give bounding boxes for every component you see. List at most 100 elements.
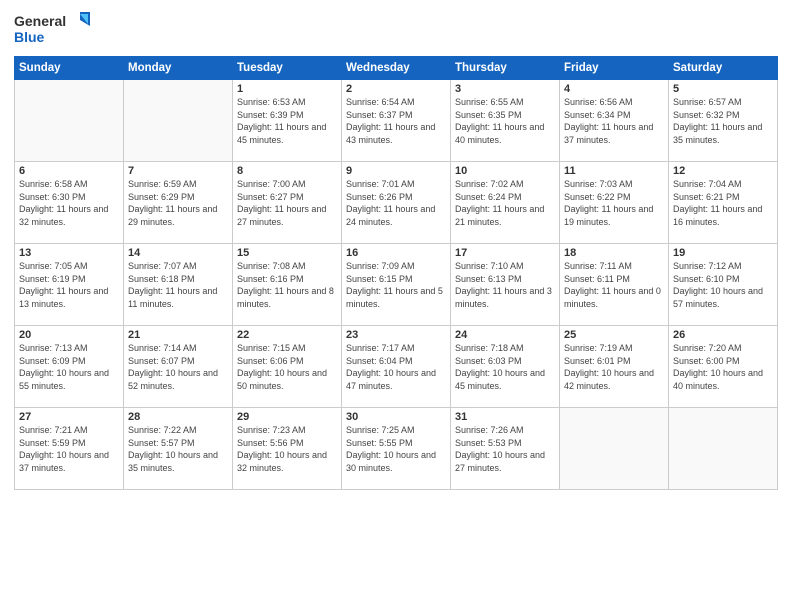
day-header-tuesday: Tuesday [233, 57, 342, 80]
day-info: Sunrise: 6:57 AM Sunset: 6:32 PM Dayligh… [673, 96, 773, 146]
day-info: Sunrise: 7:10 AM Sunset: 6:13 PM Dayligh… [455, 260, 555, 310]
calendar-table: SundayMondayTuesdayWednesdayThursdayFrid… [14, 56, 778, 490]
calendar-cell: 24Sunrise: 7:18 AM Sunset: 6:03 PM Dayli… [451, 326, 560, 408]
day-number: 29 [237, 411, 337, 423]
general-blue-logo: GeneralBlue [14, 10, 94, 50]
calendar-cell: 13Sunrise: 7:05 AM Sunset: 6:19 PM Dayli… [15, 244, 124, 326]
day-number: 8 [237, 165, 337, 177]
day-header-monday: Monday [124, 57, 233, 80]
day-header-thursday: Thursday [451, 57, 560, 80]
calendar-cell: 15Sunrise: 7:08 AM Sunset: 6:16 PM Dayli… [233, 244, 342, 326]
calendar-cell: 21Sunrise: 7:14 AM Sunset: 6:07 PM Dayli… [124, 326, 233, 408]
calendar-cell: 2Sunrise: 6:54 AM Sunset: 6:37 PM Daylig… [342, 80, 451, 162]
day-info: Sunrise: 7:01 AM Sunset: 6:26 PM Dayligh… [346, 178, 446, 228]
day-number: 22 [237, 329, 337, 341]
day-info: Sunrise: 7:09 AM Sunset: 6:15 PM Dayligh… [346, 260, 446, 310]
day-info: Sunrise: 7:18 AM Sunset: 6:03 PM Dayligh… [455, 342, 555, 392]
calendar-cell [15, 80, 124, 162]
calendar-cell: 3Sunrise: 6:55 AM Sunset: 6:35 PM Daylig… [451, 80, 560, 162]
header: GeneralBlue [14, 10, 778, 50]
calendar-cell: 16Sunrise: 7:09 AM Sunset: 6:15 PM Dayli… [342, 244, 451, 326]
calendar-cell: 7Sunrise: 6:59 AM Sunset: 6:29 PM Daylig… [124, 162, 233, 244]
day-number: 4 [564, 83, 664, 95]
day-number: 15 [237, 247, 337, 259]
calendar-week-5: 27Sunrise: 7:21 AM Sunset: 5:59 PM Dayli… [15, 408, 778, 490]
calendar-cell: 30Sunrise: 7:25 AM Sunset: 5:55 PM Dayli… [342, 408, 451, 490]
calendar-week-4: 20Sunrise: 7:13 AM Sunset: 6:09 PM Dayli… [15, 326, 778, 408]
day-header-wednesday: Wednesday [342, 57, 451, 80]
calendar-cell [669, 408, 778, 490]
svg-text:Blue: Blue [14, 29, 45, 45]
calendar-header-row: SundayMondayTuesdayWednesdayThursdayFrid… [15, 57, 778, 80]
calendar-cell: 8Sunrise: 7:00 AM Sunset: 6:27 PM Daylig… [233, 162, 342, 244]
day-number: 17 [455, 247, 555, 259]
day-number: 5 [673, 83, 773, 95]
calendar-cell: 26Sunrise: 7:20 AM Sunset: 6:00 PM Dayli… [669, 326, 778, 408]
day-number: 30 [346, 411, 446, 423]
calendar-cell: 6Sunrise: 6:58 AM Sunset: 6:30 PM Daylig… [15, 162, 124, 244]
day-info: Sunrise: 7:26 AM Sunset: 5:53 PM Dayligh… [455, 424, 555, 474]
day-info: Sunrise: 7:22 AM Sunset: 5:57 PM Dayligh… [128, 424, 228, 474]
calendar-cell: 23Sunrise: 7:17 AM Sunset: 6:04 PM Dayli… [342, 326, 451, 408]
day-number: 31 [455, 411, 555, 423]
calendar-cell: 10Sunrise: 7:02 AM Sunset: 6:24 PM Dayli… [451, 162, 560, 244]
day-info: Sunrise: 7:05 AM Sunset: 6:19 PM Dayligh… [19, 260, 119, 310]
page: GeneralBlue SundayMondayTuesdayWednesday… [0, 0, 792, 612]
day-number: 23 [346, 329, 446, 341]
day-number: 28 [128, 411, 228, 423]
day-header-saturday: Saturday [669, 57, 778, 80]
day-number: 18 [564, 247, 664, 259]
day-number: 26 [673, 329, 773, 341]
calendar-week-3: 13Sunrise: 7:05 AM Sunset: 6:19 PM Dayli… [15, 244, 778, 326]
day-info: Sunrise: 6:53 AM Sunset: 6:39 PM Dayligh… [237, 96, 337, 146]
calendar-cell: 28Sunrise: 7:22 AM Sunset: 5:57 PM Dayli… [124, 408, 233, 490]
day-info: Sunrise: 7:23 AM Sunset: 5:56 PM Dayligh… [237, 424, 337, 474]
day-info: Sunrise: 6:56 AM Sunset: 6:34 PM Dayligh… [564, 96, 664, 146]
calendar-cell: 12Sunrise: 7:04 AM Sunset: 6:21 PM Dayli… [669, 162, 778, 244]
day-number: 11 [564, 165, 664, 177]
day-info: Sunrise: 7:15 AM Sunset: 6:06 PM Dayligh… [237, 342, 337, 392]
day-number: 13 [19, 247, 119, 259]
calendar-cell: 25Sunrise: 7:19 AM Sunset: 6:01 PM Dayli… [560, 326, 669, 408]
calendar-cell: 18Sunrise: 7:11 AM Sunset: 6:11 PM Dayli… [560, 244, 669, 326]
calendar-cell: 31Sunrise: 7:26 AM Sunset: 5:53 PM Dayli… [451, 408, 560, 490]
day-number: 10 [455, 165, 555, 177]
calendar-cell: 14Sunrise: 7:07 AM Sunset: 6:18 PM Dayli… [124, 244, 233, 326]
day-number: 1 [237, 83, 337, 95]
day-header-friday: Friday [560, 57, 669, 80]
day-info: Sunrise: 7:02 AM Sunset: 6:24 PM Dayligh… [455, 178, 555, 228]
day-number: 19 [673, 247, 773, 259]
calendar-cell [560, 408, 669, 490]
calendar-cell: 20Sunrise: 7:13 AM Sunset: 6:09 PM Dayli… [15, 326, 124, 408]
calendar-cell: 5Sunrise: 6:57 AM Sunset: 6:32 PM Daylig… [669, 80, 778, 162]
day-info: Sunrise: 7:25 AM Sunset: 5:55 PM Dayligh… [346, 424, 446, 474]
day-number: 27 [19, 411, 119, 423]
calendar-cell: 22Sunrise: 7:15 AM Sunset: 6:06 PM Dayli… [233, 326, 342, 408]
day-number: 12 [673, 165, 773, 177]
day-info: Sunrise: 7:21 AM Sunset: 5:59 PM Dayligh… [19, 424, 119, 474]
day-info: Sunrise: 7:00 AM Sunset: 6:27 PM Dayligh… [237, 178, 337, 228]
day-number: 9 [346, 165, 446, 177]
day-info: Sunrise: 7:17 AM Sunset: 6:04 PM Dayligh… [346, 342, 446, 392]
calendar-cell [124, 80, 233, 162]
day-info: Sunrise: 7:12 AM Sunset: 6:10 PM Dayligh… [673, 260, 773, 310]
calendar-cell: 19Sunrise: 7:12 AM Sunset: 6:10 PM Dayli… [669, 244, 778, 326]
day-number: 3 [455, 83, 555, 95]
day-info: Sunrise: 7:20 AM Sunset: 6:00 PM Dayligh… [673, 342, 773, 392]
day-number: 24 [455, 329, 555, 341]
day-number: 20 [19, 329, 119, 341]
day-number: 2 [346, 83, 446, 95]
day-number: 25 [564, 329, 664, 341]
calendar-cell: 1Sunrise: 6:53 AM Sunset: 6:39 PM Daylig… [233, 80, 342, 162]
day-info: Sunrise: 7:08 AM Sunset: 6:16 PM Dayligh… [237, 260, 337, 310]
day-header-sunday: Sunday [15, 57, 124, 80]
day-number: 21 [128, 329, 228, 341]
day-info: Sunrise: 7:04 AM Sunset: 6:21 PM Dayligh… [673, 178, 773, 228]
day-number: 14 [128, 247, 228, 259]
calendar-week-1: 1Sunrise: 6:53 AM Sunset: 6:39 PM Daylig… [15, 80, 778, 162]
calendar-week-2: 6Sunrise: 6:58 AM Sunset: 6:30 PM Daylig… [15, 162, 778, 244]
day-info: Sunrise: 7:07 AM Sunset: 6:18 PM Dayligh… [128, 260, 228, 310]
logo: GeneralBlue [14, 10, 94, 50]
day-info: Sunrise: 7:14 AM Sunset: 6:07 PM Dayligh… [128, 342, 228, 392]
day-info: Sunrise: 7:11 AM Sunset: 6:11 PM Dayligh… [564, 260, 664, 310]
